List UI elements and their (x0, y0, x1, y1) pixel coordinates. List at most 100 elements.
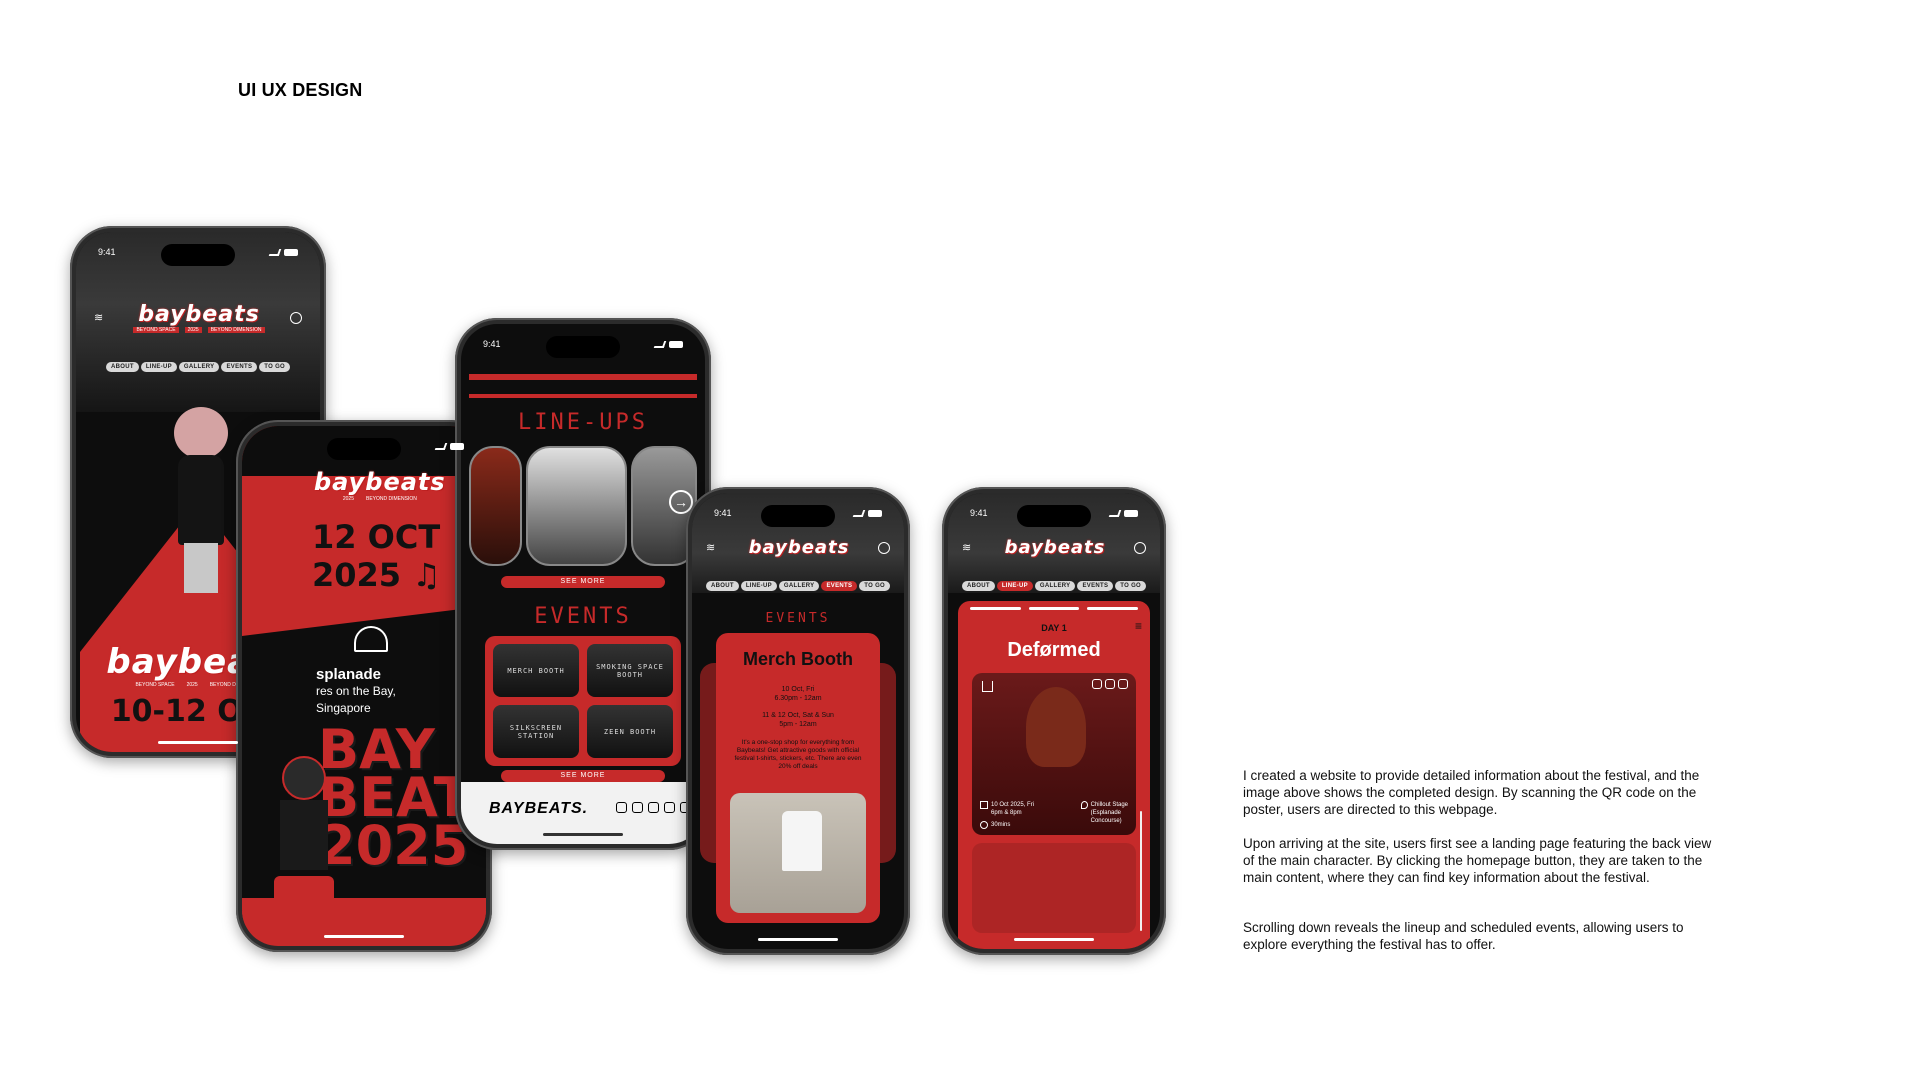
red-divider-thin (469, 394, 697, 398)
lineup-card[interactable] (525, 446, 627, 566)
events-title: EVENTS (534, 604, 632, 629)
location-pin-icon (1080, 801, 1088, 809)
status-bar: 9:41 (948, 503, 1160, 523)
nav-to-go[interactable]: TO GO (859, 581, 891, 591)
home-indicator (158, 741, 238, 744)
nav-about[interactable]: ABOUT (105, 362, 139, 372)
instagram-icon[interactable] (616, 802, 627, 813)
clock-icon (980, 821, 988, 829)
header-logo[interactable]: baybeats (749, 537, 850, 558)
logo-tagline: BEYOND SPACE 2025 BEYOND DIMENSION (133, 327, 265, 333)
logo-tag-left: BEYOND SPACE (133, 327, 179, 333)
phone-artist-detail: 9:41 ≋ baybeats ABOUT LINE-UP GALLERY EV… (942, 487, 1166, 955)
nav-events[interactable]: EVENTS (1077, 581, 1114, 591)
event-card-smoking-space[interactable]: SMOKING SPACE BOOTH (587, 644, 673, 697)
nav-about[interactable]: ABOUT (961, 581, 995, 591)
nav-about[interactable]: ABOUT (705, 581, 739, 591)
venue-name: splanade (316, 666, 382, 683)
event-card-title: Merch Booth (743, 649, 853, 669)
user-icon[interactable] (878, 541, 890, 554)
artist-date: 10 Oct 2025, Fri (991, 802, 1035, 808)
character-legs (184, 543, 218, 593)
home-indicator (1014, 938, 1094, 941)
day-tab[interactable] (1028, 607, 1080, 610)
event-date-1-time: 6.30pm - 12am (774, 695, 822, 702)
phone-event-detail: 9:41 ≋ baybeats ABOUT LINE-UP GALLERY EV… (686, 487, 910, 955)
day-tab[interactable] (970, 607, 1021, 610)
header-logo[interactable]: baybeats (1005, 537, 1106, 558)
nav-to-go[interactable]: TO GO (259, 362, 291, 372)
poster-date: 12 OCT 2025 ♫ (312, 518, 441, 594)
hamburger-icon[interactable]: ≡ (1135, 619, 1142, 633)
day-tab[interactable] (1087, 607, 1139, 610)
description-paragraph-1: I created a website to provide detailed … (1243, 768, 1700, 817)
site-header: ≋ baybeats (962, 537, 1146, 558)
event-date-1-day: 10 Oct, Fri (781, 686, 815, 693)
site-footer: BAYBEATS. (461, 782, 705, 844)
scrollbar[interactable] (1140, 811, 1142, 931)
nav-bar: ABOUT LINE-UP GALLERY EVENTS TO GO (692, 581, 904, 591)
poster-character-body (280, 800, 328, 870)
nav-events[interactable]: EVENTS (221, 362, 258, 372)
event-card-merch-booth[interactable]: MERCH BOOTH (493, 644, 579, 697)
tiktok-icon[interactable] (1118, 679, 1128, 689)
nav-gallery[interactable]: GALLERY (178, 362, 220, 372)
signal-icon (268, 248, 282, 256)
lineups-title: LINE-UPS (518, 410, 648, 435)
home-indicator (543, 833, 623, 836)
nav-events[interactable]: EVENTS (821, 581, 858, 591)
event-description: It's a one-stop shop for everything from… (734, 739, 862, 770)
nav-to-go[interactable]: TO GO (1115, 581, 1147, 591)
lineup-carousel[interactable] (469, 442, 697, 570)
event-date-2-time: 5pm - 12am (779, 721, 817, 728)
nav-gallery[interactable]: GALLERY (1034, 581, 1076, 591)
share-icon[interactable] (982, 681, 993, 692)
nav-gallery[interactable]: GALLERY (778, 581, 820, 591)
event-date-2-day: 11 & 12 Oct, Sat & Sun (762, 712, 834, 719)
footer-logo[interactable]: BAYBEATS. (489, 800, 588, 818)
phone-lineups-screen: 9:41 LINE-UPS → SEE MORE EVENTS MERCH BO… (461, 324, 705, 844)
status-time: 9:41 (98, 247, 116, 257)
lineups-see-more-button[interactable]: SEE MORE (501, 576, 665, 588)
status-time: 9:41 (970, 508, 988, 518)
page-heading: UI UX DESIGN (238, 80, 363, 100)
tiktok-icon[interactable] (664, 802, 675, 813)
nav-bar: ABOUT LINE-UP GALLERY EVENTS TO GO (76, 362, 320, 372)
logo-text: baybeats (138, 302, 260, 327)
threads-icon[interactable] (632, 802, 643, 813)
status-time: 9:41 (714, 508, 732, 518)
nav-line-up[interactable]: LINE-UP (996, 581, 1033, 591)
artist-time: 6pm & 8pm (991, 810, 1022, 816)
signal-icon (653, 340, 667, 348)
status-bar: 9:41 (692, 503, 904, 523)
youtube-icon[interactable] (1105, 679, 1115, 689)
artist-photo: 10 Oct 2025, Fri 6pm & 8pm 30mins Chillo… (972, 673, 1136, 835)
stage-line2: (Esplanade (1090, 810, 1121, 816)
user-icon[interactable] (1134, 541, 1146, 554)
menu-icon[interactable]: ≋ (962, 542, 976, 554)
user-icon[interactable] (290, 311, 302, 324)
youtube-icon[interactable] (648, 802, 659, 813)
poster-tag-right: BEYOND DIMENSION (362, 496, 420, 502)
events-see-more-button[interactable]: SEE MORE (501, 770, 665, 782)
battery-icon (669, 340, 683, 348)
header-logo[interactable]: baybeats BEYOND SPACE 2025 BEYOND DIMENS… (133, 302, 265, 333)
instagram-icon[interactable] (1092, 679, 1102, 689)
artist-name: Deførmed (1007, 639, 1101, 661)
description-paragraph-3: Scrolling down reveals the lineup and sc… (1243, 920, 1684, 952)
poster-character-head (282, 756, 326, 800)
phone-artist-detail-screen: 9:41 ≋ baybeats ABOUT LINE-UP GALLERY EV… (948, 493, 1160, 949)
nav-line-up[interactable]: LINE-UP (140, 362, 177, 372)
signal-icon (1108, 509, 1122, 517)
event-card-silkscreen[interactable]: SILKSCREEN STATION (493, 705, 579, 758)
event-date-1: 10 Oct, Fri 6.30pm - 12am (716, 685, 880, 703)
character-boots (178, 593, 224, 633)
lineup-card[interactable] (469, 446, 522, 566)
nav-line-up[interactable]: LINE-UP (740, 581, 777, 591)
menu-icon[interactable]: ≋ (94, 312, 108, 324)
menu-icon[interactable]: ≋ (706, 542, 720, 554)
poster-date-line2: 2025 ♫ (312, 556, 441, 594)
home-indicator (324, 935, 404, 938)
events-grid: MERCH BOOTH SMOKING SPACE BOOTH SILKSCRE… (485, 636, 681, 766)
event-card-zeen-booth[interactable]: ZEEN BOOTH (587, 705, 673, 758)
